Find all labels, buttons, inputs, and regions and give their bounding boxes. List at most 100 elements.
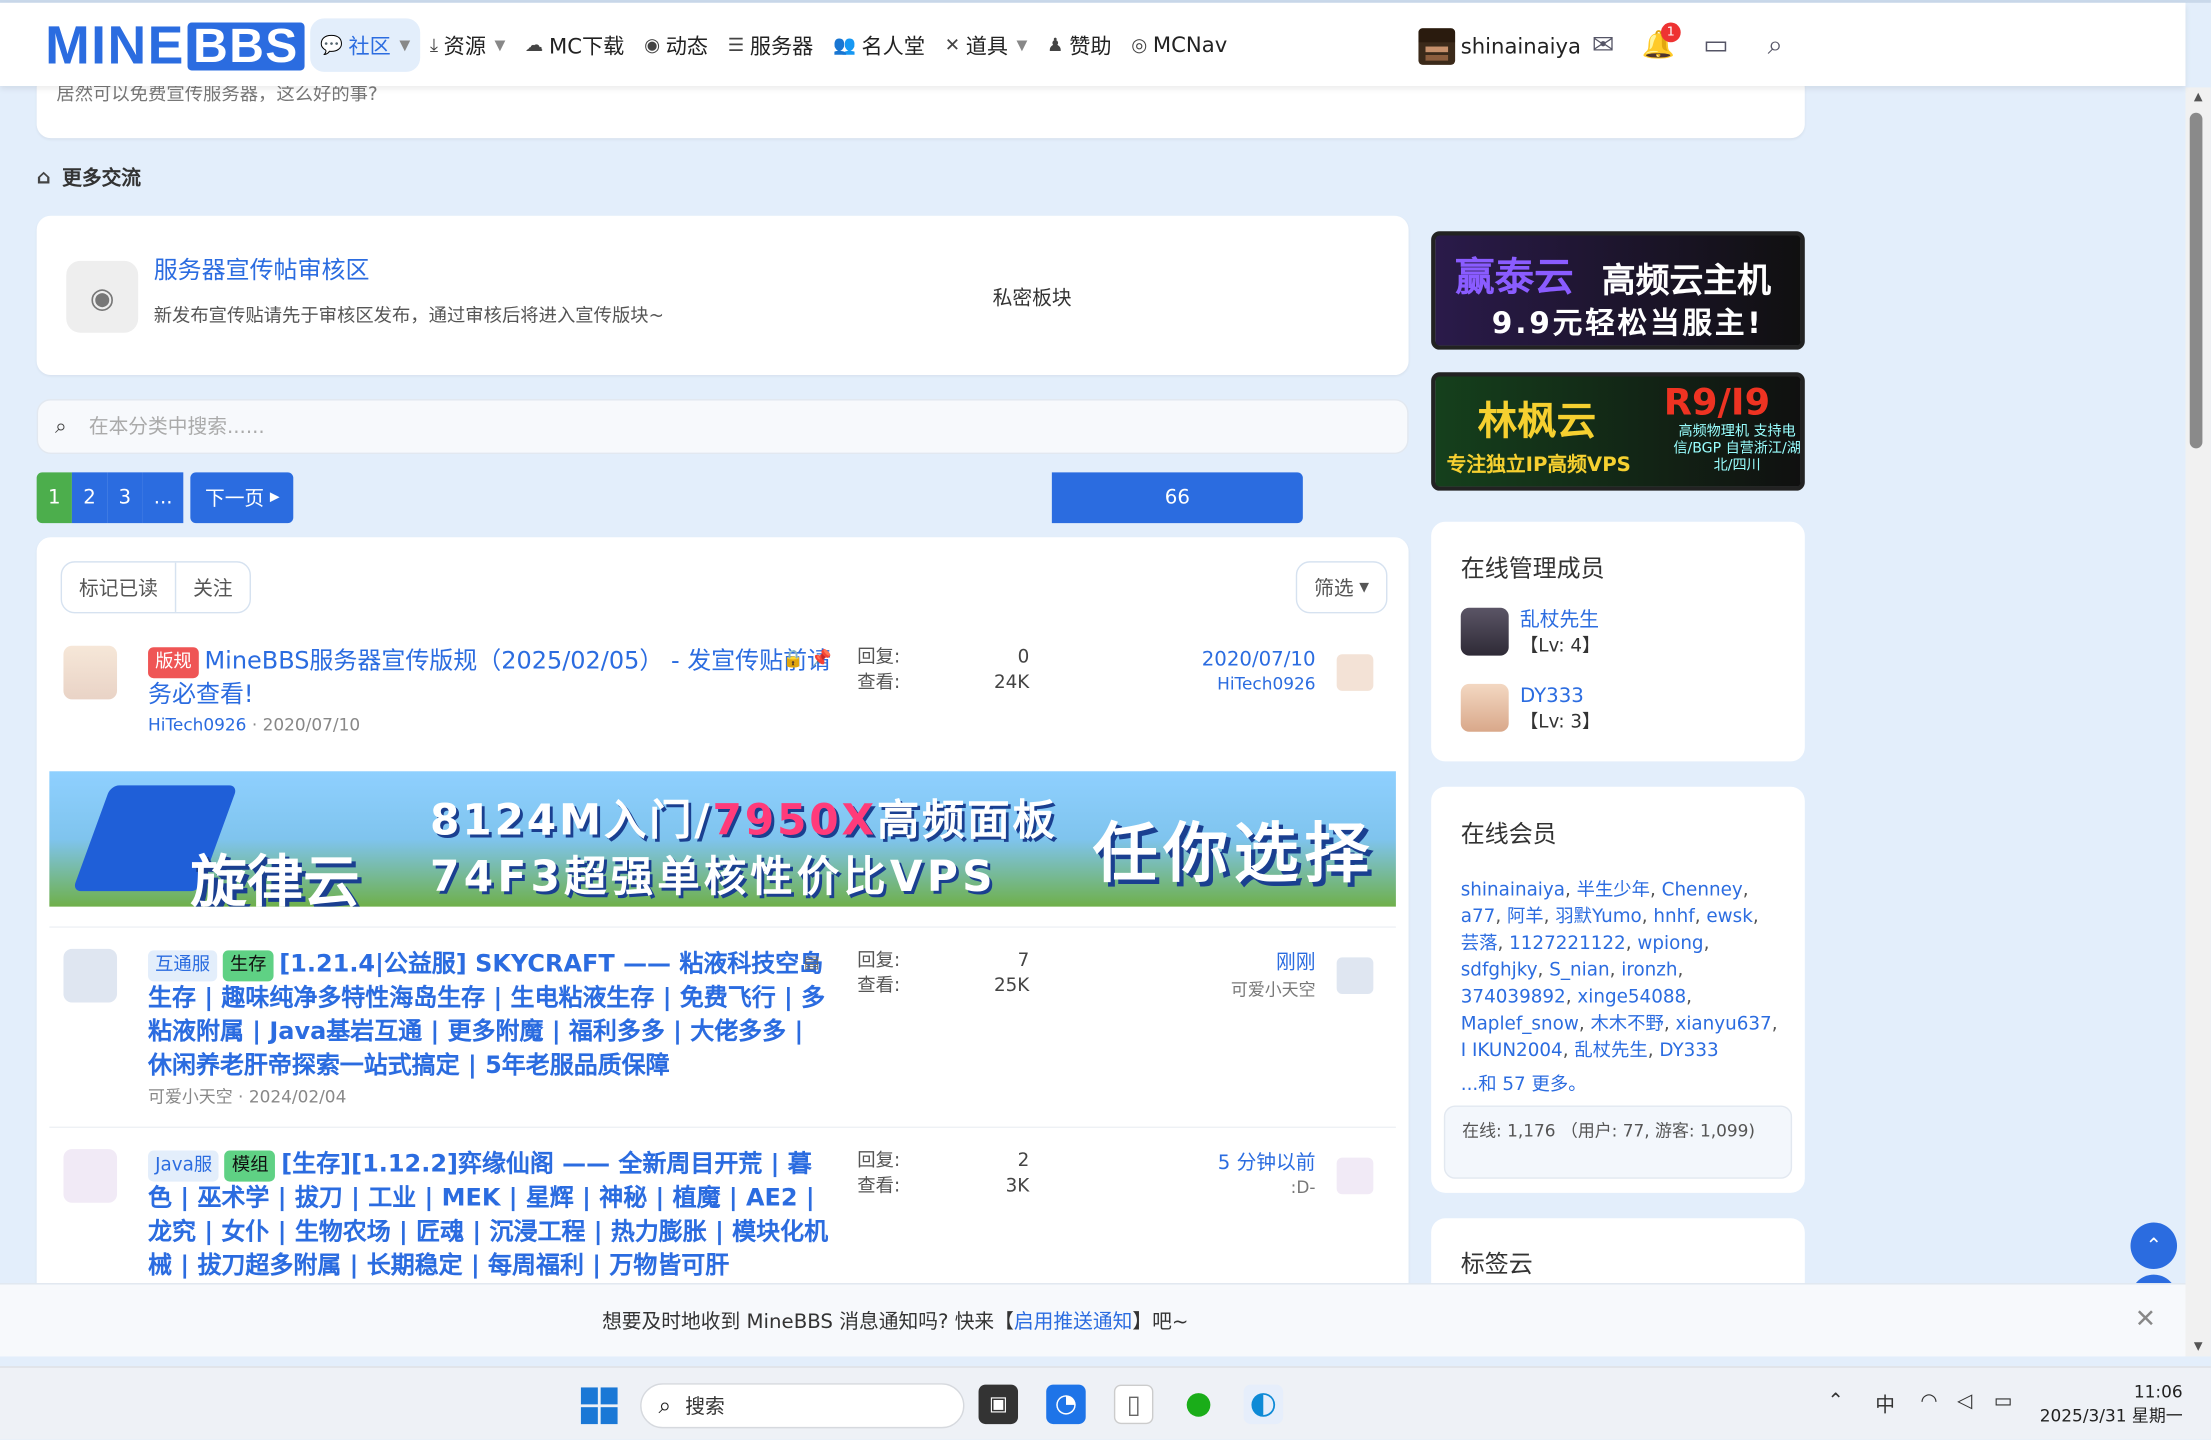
separator: , (1694, 906, 1707, 928)
staff-online-card: 在线管理成员 乱杖先生 【Lv: 4】 DY333 【Lv: 3】 (1431, 521, 1805, 762)
member-name-link[interactable]: I IKUN2004 (1461, 1041, 1563, 1062)
nav-community[interactable]: 💬 社区 ▼ (310, 18, 421, 72)
volume-icon[interactable]: ◁ (1957, 1390, 1972, 1413)
scrollbar-thumb[interactable] (2189, 112, 2203, 449)
page-ellipsis[interactable]: ... (142, 472, 184, 524)
page-1[interactable]: 1 (36, 472, 72, 524)
task-view-icon[interactable]: ▣ (978, 1384, 1019, 1425)
member-name-link[interactable]: 半生少年 (1577, 880, 1650, 901)
nav-resources[interactable]: ⤓ 资源 ▼ (420, 18, 515, 72)
avatar[interactable] (1460, 607, 1509, 656)
nav-activity[interactable]: ◉ 动态 (634, 18, 718, 72)
filter-button[interactable]: 筛选 ▼ (1295, 561, 1388, 614)
sidebar-ad[interactable]: 赢泰云 高频云主机 9.9元轻松当服主! (1431, 231, 1805, 350)
file-icon[interactable]: ▯ (1113, 1384, 1154, 1425)
chevron-down-icon: ▼ (494, 37, 506, 53)
logo-bbs: BBS (187, 22, 305, 71)
thread-title[interactable]: 版规 MineBBS服务器宣传版规（2025/02/05） - 发宣传贴前请务必查… (148, 644, 832, 712)
wifi-icon[interactable]: ◠ (1920, 1390, 1937, 1413)
subforum-title[interactable]: 服务器宣传帖审核区 (154, 250, 370, 285)
thread-tag[interactable]: 版规 (148, 647, 199, 679)
mail-icon[interactable]: ✉ (1586, 28, 1620, 62)
avatar[interactable] (63, 948, 118, 1003)
eye-icon: ◉ (66, 260, 139, 333)
member-name-link[interactable]: xinge54088 (1577, 987, 1686, 1008)
banner-ad[interactable]: 8124M入门/7950X高频面板 74F3超强单核性价比VPS 旋律云 任你选… (49, 771, 1396, 907)
app-icon[interactable]: ◔ (1046, 1384, 1086, 1425)
member-name-link[interactable]: sdfghjky (1461, 960, 1538, 981)
member-name-link[interactable]: hnhf (1653, 907, 1694, 928)
enable-push-link[interactable]: 启用推送通知 (1014, 1311, 1132, 1334)
nav-mcnav[interactable]: ◎ MCNav (1121, 18, 1237, 72)
site-logo[interactable]: MINE BBS (45, 20, 305, 73)
avatar[interactable] (1336, 957, 1374, 995)
battery-icon[interactable]: ▭ (1994, 1390, 2013, 1413)
push-notice-text: 想要及时地收到 MineBBS 消息通知吗? 快来【启用推送通知】吧~ (602, 1311, 1189, 1334)
wallet-icon[interactable]: ▭ (1699, 28, 1733, 62)
member-name-link[interactable]: a77 (1461, 907, 1496, 928)
member-name-link[interactable]: 乱杖先生 (1574, 1041, 1647, 1062)
ad-detail: 高频物理机 支持电信/BGP 自营浙江/湖北/四川 (1673, 424, 1801, 474)
member-name-link[interactable]: 木木不野 (1590, 1014, 1663, 1035)
thread-title[interactable]: 互通服 生存 [1.21.4|公益服] SKYCRAFT —— 粘液科技空岛生存 |… (148, 948, 832, 1083)
thread-tag[interactable]: 互通服 (148, 950, 218, 982)
wechat-icon[interactable]: ● (1179, 1385, 1218, 1424)
watch-button[interactable]: 关注 (174, 562, 250, 612)
member-name-link[interactable]: 羽默Yumo (1555, 907, 1641, 928)
page-66[interactable]: 66 (1051, 472, 1303, 524)
edge-browser-icon[interactable]: ◐ (1243, 1384, 1284, 1425)
mark-read-button[interactable]: 标记已读 (62, 563, 175, 612)
thread-tag[interactable]: Java服 (148, 1150, 220, 1182)
avatar[interactable] (1460, 683, 1509, 732)
nav-mc-download[interactable]: ☁ MC下载 (515, 18, 634, 72)
more-members-link[interactable]: ...和 57 更多。 (1461, 1069, 1587, 1095)
search-icon[interactable]: ⌕ (1758, 28, 1792, 62)
avatar[interactable] (1336, 654, 1374, 691)
separator: , (1564, 879, 1577, 901)
ime-indicator[interactable]: 中 (1875, 1390, 1895, 1418)
separator: , (1565, 987, 1578, 1009)
member-name-link[interactable]: 阿羊 (1507, 907, 1544, 928)
member-name-link[interactable]: ironzh (1621, 960, 1677, 981)
page-3[interactable]: 3 (107, 472, 143, 524)
member-name-link[interactable]: xianyu637 (1675, 1014, 1771, 1035)
taskbar-search[interactable]: ⌕ 搜索 (640, 1383, 965, 1429)
user-menu[interactable]: shinainaiya (1418, 28, 1581, 65)
avatar[interactable] (63, 645, 118, 700)
page-2[interactable]: 2 (71, 472, 108, 524)
scroll-down-arrow[interactable]: ▼ (2188, 1340, 2208, 1354)
category-search-input[interactable] (88, 408, 1358, 446)
nav-servers[interactable]: ☰ 服务器 (718, 18, 823, 72)
member-name-link[interactable]: DY333 (1659, 1041, 1718, 1062)
chevron-up-icon[interactable]: ⌃ (1827, 1390, 1844, 1413)
nav-hall-of-fame[interactable]: 👥 名人堂 (823, 18, 935, 72)
system-clock[interactable]: 11:06 2025/3/31 星期一 (2030, 1380, 2183, 1428)
member-name-link[interactable]: 芸落 (1461, 933, 1498, 954)
member-name-link[interactable]: Maplef_snow (1461, 1014, 1579, 1035)
nav-sponsor[interactable]: ♟ 赞助 (1037, 18, 1121, 72)
close-icon[interactable]: ✕ (2135, 1304, 2156, 1334)
member-name-link[interactable]: wpiong (1637, 933, 1703, 954)
pagination: 1 2 3 ... 66 下一页 ▶ (36, 472, 1303, 524)
thread-title[interactable]: Java服 模组 [生存][1.12.2]弈缘仙阁 —— 全新周目开荒 | 暮色 |… (148, 1148, 832, 1283)
avatar[interactable] (1336, 1157, 1374, 1195)
sidebar-ad[interactable]: 林枫云 R9/I9 高频物理机 支持电信/BGP 自营浙江/湖北/四川 专注独立… (1431, 372, 1805, 491)
member-name-link[interactable]: shinainaiya (1461, 880, 1565, 901)
windows-start-icon[interactable] (580, 1387, 618, 1425)
member-name-link[interactable]: Chenney (1662, 880, 1743, 901)
cloud-icon: ☁ (525, 34, 544, 56)
row-divider (49, 926, 1396, 928)
member-name-link[interactable]: S_nian (1549, 960, 1609, 981)
member-name-link[interactable]: 374039892 (1461, 987, 1566, 1008)
nav-tools[interactable]: ✕ 道具 ▼ (935, 18, 1037, 72)
thread-tag[interactable]: 生存 (222, 950, 274, 982)
separator: , (1677, 960, 1684, 982)
scroll-up-arrow[interactable]: ▲ (2188, 90, 2208, 104)
avatar[interactable] (63, 1149, 118, 1203)
member-name-link[interactable]: ewsk (1706, 907, 1752, 928)
online-stats: 在线: 1,176 （用户: 77, 游客: 1,099) (1443, 1105, 1793, 1179)
thread-tag[interactable]: 模组 (224, 1150, 276, 1182)
next-page-button[interactable]: 下一页 ▶ (190, 472, 294, 524)
member-name-link[interactable]: 1127221122 (1509, 933, 1626, 954)
scroll-top-button[interactable]: ⌃ (2130, 1222, 2178, 1269)
